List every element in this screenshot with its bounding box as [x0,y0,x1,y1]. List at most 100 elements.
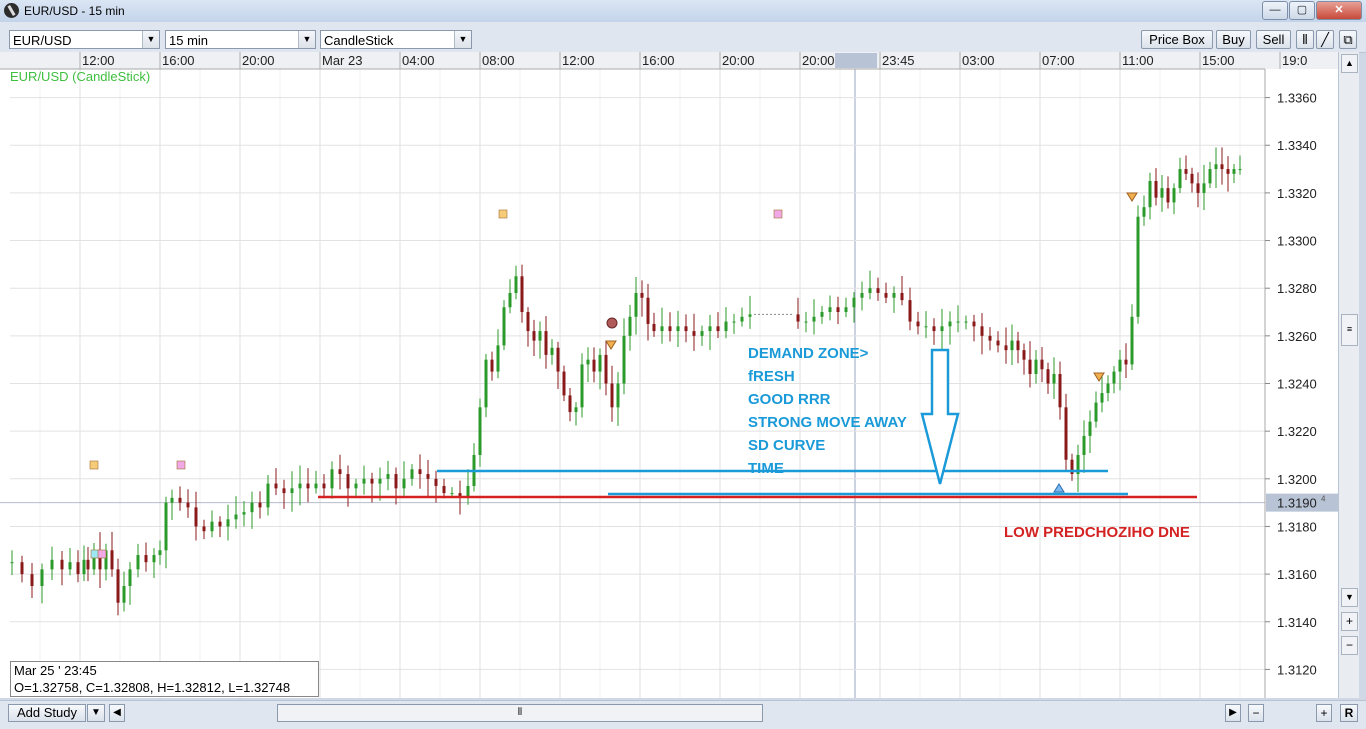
candle-body [610,383,614,408]
time-axis: 12:00 16:00 20:00 Mar 23 04:00 08:00 12:00 16:0… [0,52,1338,70]
interval-select[interactable]: 15 min ▼ [165,30,316,49]
info-ohlc: O=1.32758, C=1.32808, H=1.32812, L=1.327… [14,680,291,695]
annotation-text: DEMAND ZONE> [748,345,869,362]
draw-line-icon[interactable]: ╱ [1316,30,1334,49]
buy-button[interactable]: Buy [1216,30,1251,49]
candle-body [804,321,808,323]
candle-body [1022,350,1026,360]
candle-body [676,326,680,332]
candle-body [502,307,506,346]
current-price-label: 1.3190 [1277,496,1317,511]
candle-body [40,569,44,587]
close-button[interactable]: ✕ [1316,1,1362,20]
candle-body [10,562,14,564]
candle-body [640,292,644,298]
time-tick-label: 23:45 [882,53,915,68]
chevron-down-icon[interactable]: ▼ [142,31,159,48]
candle-body [568,395,572,413]
candle-body [1184,169,1188,174]
chart-area[interactable]: 12:00 16:00 20:00 Mar 23 04:00 08:00 12:00 16:0… [0,52,1338,701]
price-tick-label: 1.3120 [1277,662,1317,677]
price-tick-label: 1.3140 [1277,615,1317,630]
candle-body [266,483,270,508]
candle-body [1202,183,1206,193]
time-tick-label: 15:00 [1202,53,1235,68]
chart-title: EUR/USD (CandleStick) [10,69,150,84]
detach-window-icon[interactable]: ⧉ [1339,30,1357,49]
minimize-button[interactable]: — [1262,1,1288,20]
scroll-thumb[interactable]: ≡ [1341,314,1358,346]
candle-body [924,326,928,328]
candle-body [900,292,904,301]
maximize-button[interactable]: ▢ [1289,1,1315,20]
add-study-button[interactable]: Add Study [8,704,86,722]
candle-body [1040,359,1044,370]
scroll-right-icon[interactable]: ▶ [1225,704,1241,722]
zoom-in-icon[interactable]: + [1341,612,1358,631]
candle-body [1034,359,1038,374]
price-tick-label: 1.3160 [1277,567,1317,582]
annotation-text: SD CURVE [748,437,825,454]
candle-body [314,483,318,489]
candle-body [164,502,168,551]
candle-body [852,297,856,308]
candle-body [144,555,148,563]
time-tick-label: Mar 23 [322,53,362,68]
candle-body [1064,407,1068,460]
reset-button[interactable]: R [1340,704,1358,722]
candle-body [1016,340,1020,351]
zoom-in-time-icon[interactable]: + [1316,704,1332,722]
vertical-scrollbar[interactable]: ▲ ≡ ▼ + − [1338,52,1359,698]
zoom-out-icon[interactable]: − [1341,636,1358,655]
candle-body [892,292,896,298]
symbol-select[interactable]: EUR/USD ▼ [9,30,160,49]
candle-body [972,321,976,327]
crosshair-time-bg [835,53,877,68]
ohlc-info-box: Mar 25 ' 23:45 O=1.32758, C=1.32808, H=1… [10,661,319,697]
candle-body [508,292,512,308]
candle-body [1154,180,1158,198]
candle-body [274,483,278,489]
marker-square [176,460,186,470]
time-tick-label: 08:00 [482,53,515,68]
candle-body [282,488,286,494]
chevron-down-icon[interactable]: ▼ [454,31,471,48]
candle-body [956,321,960,323]
candle-body [692,331,696,336]
price-box-button[interactable]: Price Box [1141,30,1213,49]
chart-style-select[interactable]: CandleStick ▼ [320,30,472,49]
candle-body [234,514,238,520]
candle-body [876,288,880,293]
candle-body [136,555,140,570]
candle-body [684,326,688,332]
candle-body [394,474,398,489]
candle-body [402,478,406,489]
candle-body [1028,359,1032,374]
scroll-down-icon[interactable]: ▼ [1341,588,1358,607]
candle-body [152,555,156,563]
candle-body [538,331,542,341]
candle-body [1082,435,1086,455]
window-title: EUR/USD - 15 min [24,4,125,18]
zoom-out-time-icon[interactable]: − [1248,704,1264,722]
sell-button[interactable]: Sell [1256,30,1291,49]
price-tick-label: 1.3360 [1277,91,1317,106]
scroll-left-icon[interactable]: ◀ [109,704,125,722]
candle-body [338,469,342,475]
chevron-down-icon[interactable]: ▼ [298,31,315,48]
candle-body [796,314,800,322]
scroll-up-icon[interactable]: ▲ [1341,54,1358,73]
candle-body [544,331,548,355]
candle-body [202,526,206,532]
time-tick-label: 20:00 [242,53,275,68]
candle-body [844,307,848,313]
horizontal-scroll-thumb[interactable]: ⦀ [277,704,763,722]
candle-body [550,347,554,355]
candle-body [708,326,712,332]
chevron-down-icon[interactable]: ▼ [87,704,105,722]
time-tick-label: 11:00 [1122,53,1154,68]
bar-chart-icon[interactable]: ⫴ [1296,30,1314,49]
candle-body [1190,173,1194,184]
price-chart[interactable]: 12:00 16:00 20:00 Mar 23 04:00 08:00 12:00 16:0… [0,52,1338,698]
candle-body [86,559,90,570]
